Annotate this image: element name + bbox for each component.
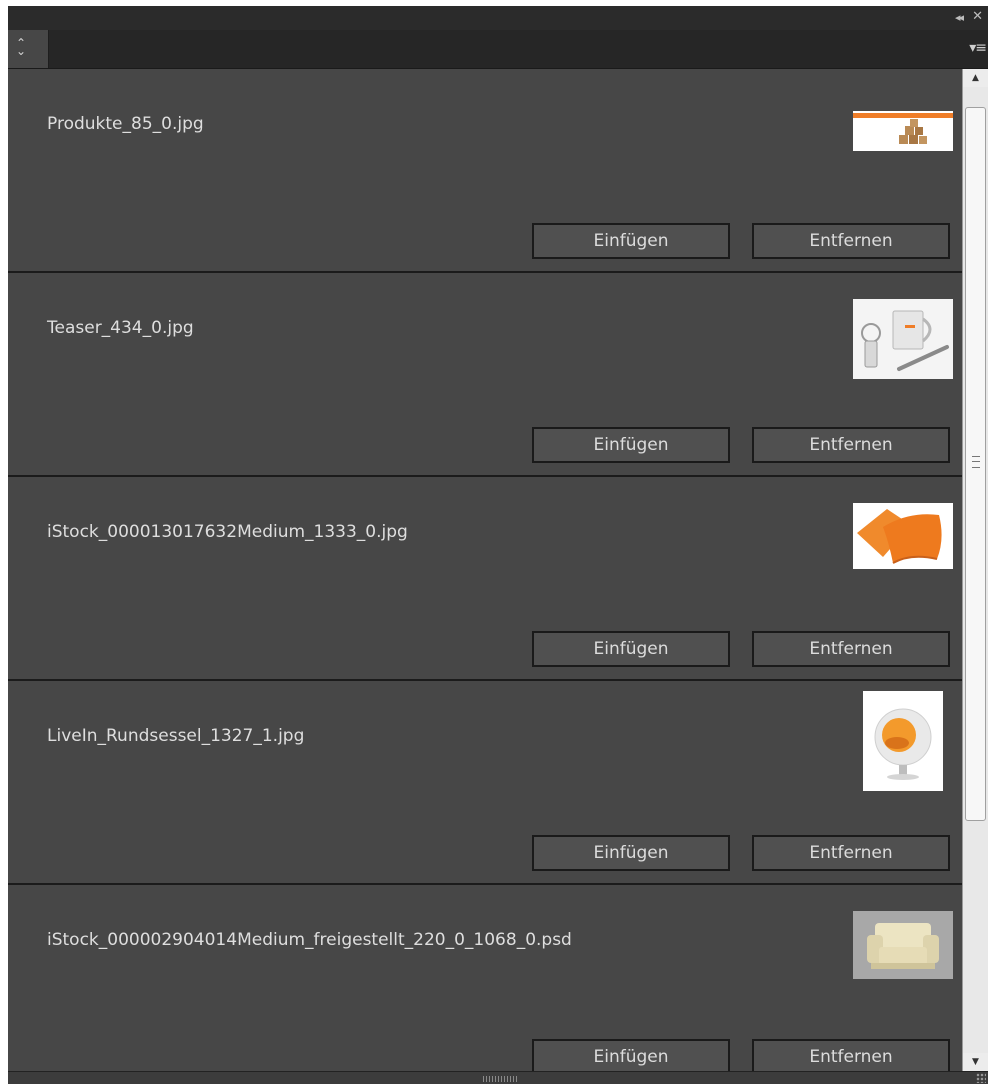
file-list: Produkte_85_0.jpg Einfügen Entfernen Tea… — [8, 69, 962, 1071]
panel-bottom-bar — [8, 1071, 988, 1084]
remove-button[interactable]: Entfernen — [752, 1039, 950, 1071]
collapse-panel-icon[interactable]: ◂◂ — [955, 11, 964, 24]
panel-tab[interactable]: ⌃ ⌄ — [8, 30, 49, 68]
orange-pillows-thumbnail — [853, 503, 953, 569]
scroll-down-arrow-icon[interactable]: ▼ — [963, 1053, 988, 1071]
scrollbar-thumb[interactable] — [965, 107, 986, 821]
resize-corner-icon[interactable] — [976, 1073, 986, 1083]
remove-button[interactable]: Entfernen — [752, 631, 950, 667]
list-item: iStock_000002904014Medium_freigestellt_2… — [8, 885, 962, 1071]
remove-button[interactable]: Entfernen — [752, 835, 950, 871]
list-item: Teaser_434_0.jpg Einfügen Entfernen — [8, 273, 962, 477]
file-name: iStock_000002904014Medium_freigestellt_2… — [47, 930, 572, 950]
updown-arrows-icon: ⌃ ⌄ — [16, 36, 27, 58]
list-item: Produkte_85_0.jpg Einfügen Entfernen — [8, 69, 962, 273]
list-item: iStock_000013017632Medium_1333_0.jpg Ein… — [8, 477, 962, 681]
ball-chair-thumbnail — [863, 691, 943, 791]
insert-button[interactable]: Einfügen — [532, 835, 730, 871]
close-panel-icon[interactable]: ✕ — [972, 9, 983, 24]
file-name: Produkte_85_0.jpg — [47, 114, 204, 134]
insert-button[interactable]: Einfügen — [532, 427, 730, 463]
vertical-scrollbar[interactable]: ▲ ▼ — [962, 69, 988, 1071]
file-name: Teaser_434_0.jpg — [47, 318, 194, 338]
resize-handle-icon[interactable] — [483, 1076, 517, 1082]
list-item: LiveIn_Rundsessel_1327_1.jpg Einfügen En… — [8, 681, 962, 885]
links-panel: ◂◂ ✕ ⌃ ⌄ ▾≡ Produkte_85_0.jpg Einfügen E… — [8, 6, 988, 1084]
grip-icon — [972, 456, 980, 468]
insert-button[interactable]: Einfügen — [532, 631, 730, 667]
armchair-thumbnail — [853, 911, 953, 979]
panel-titlebar: ◂◂ ✕ — [8, 6, 988, 30]
remove-button[interactable]: Entfernen — [752, 427, 950, 463]
file-name: iStock_000013017632Medium_1333_0.jpg — [47, 522, 408, 542]
insert-button[interactable]: Einfügen — [532, 223, 730, 259]
mug-keychain-pen-thumbnail — [853, 299, 953, 379]
remove-button[interactable]: Entfernen — [752, 223, 950, 259]
file-name: LiveIn_Rundsessel_1327_1.jpg — [47, 726, 305, 746]
insert-button[interactable]: Einfügen — [532, 1039, 730, 1071]
boxes-thumbnail — [853, 111, 953, 151]
panel-tab-row: ⌃ ⌄ ▾≡ — [8, 30, 988, 69]
panel-menu-icon[interactable]: ▾≡ — [969, 40, 987, 56]
scroll-up-arrow-icon[interactable]: ▲ — [963, 69, 988, 87]
